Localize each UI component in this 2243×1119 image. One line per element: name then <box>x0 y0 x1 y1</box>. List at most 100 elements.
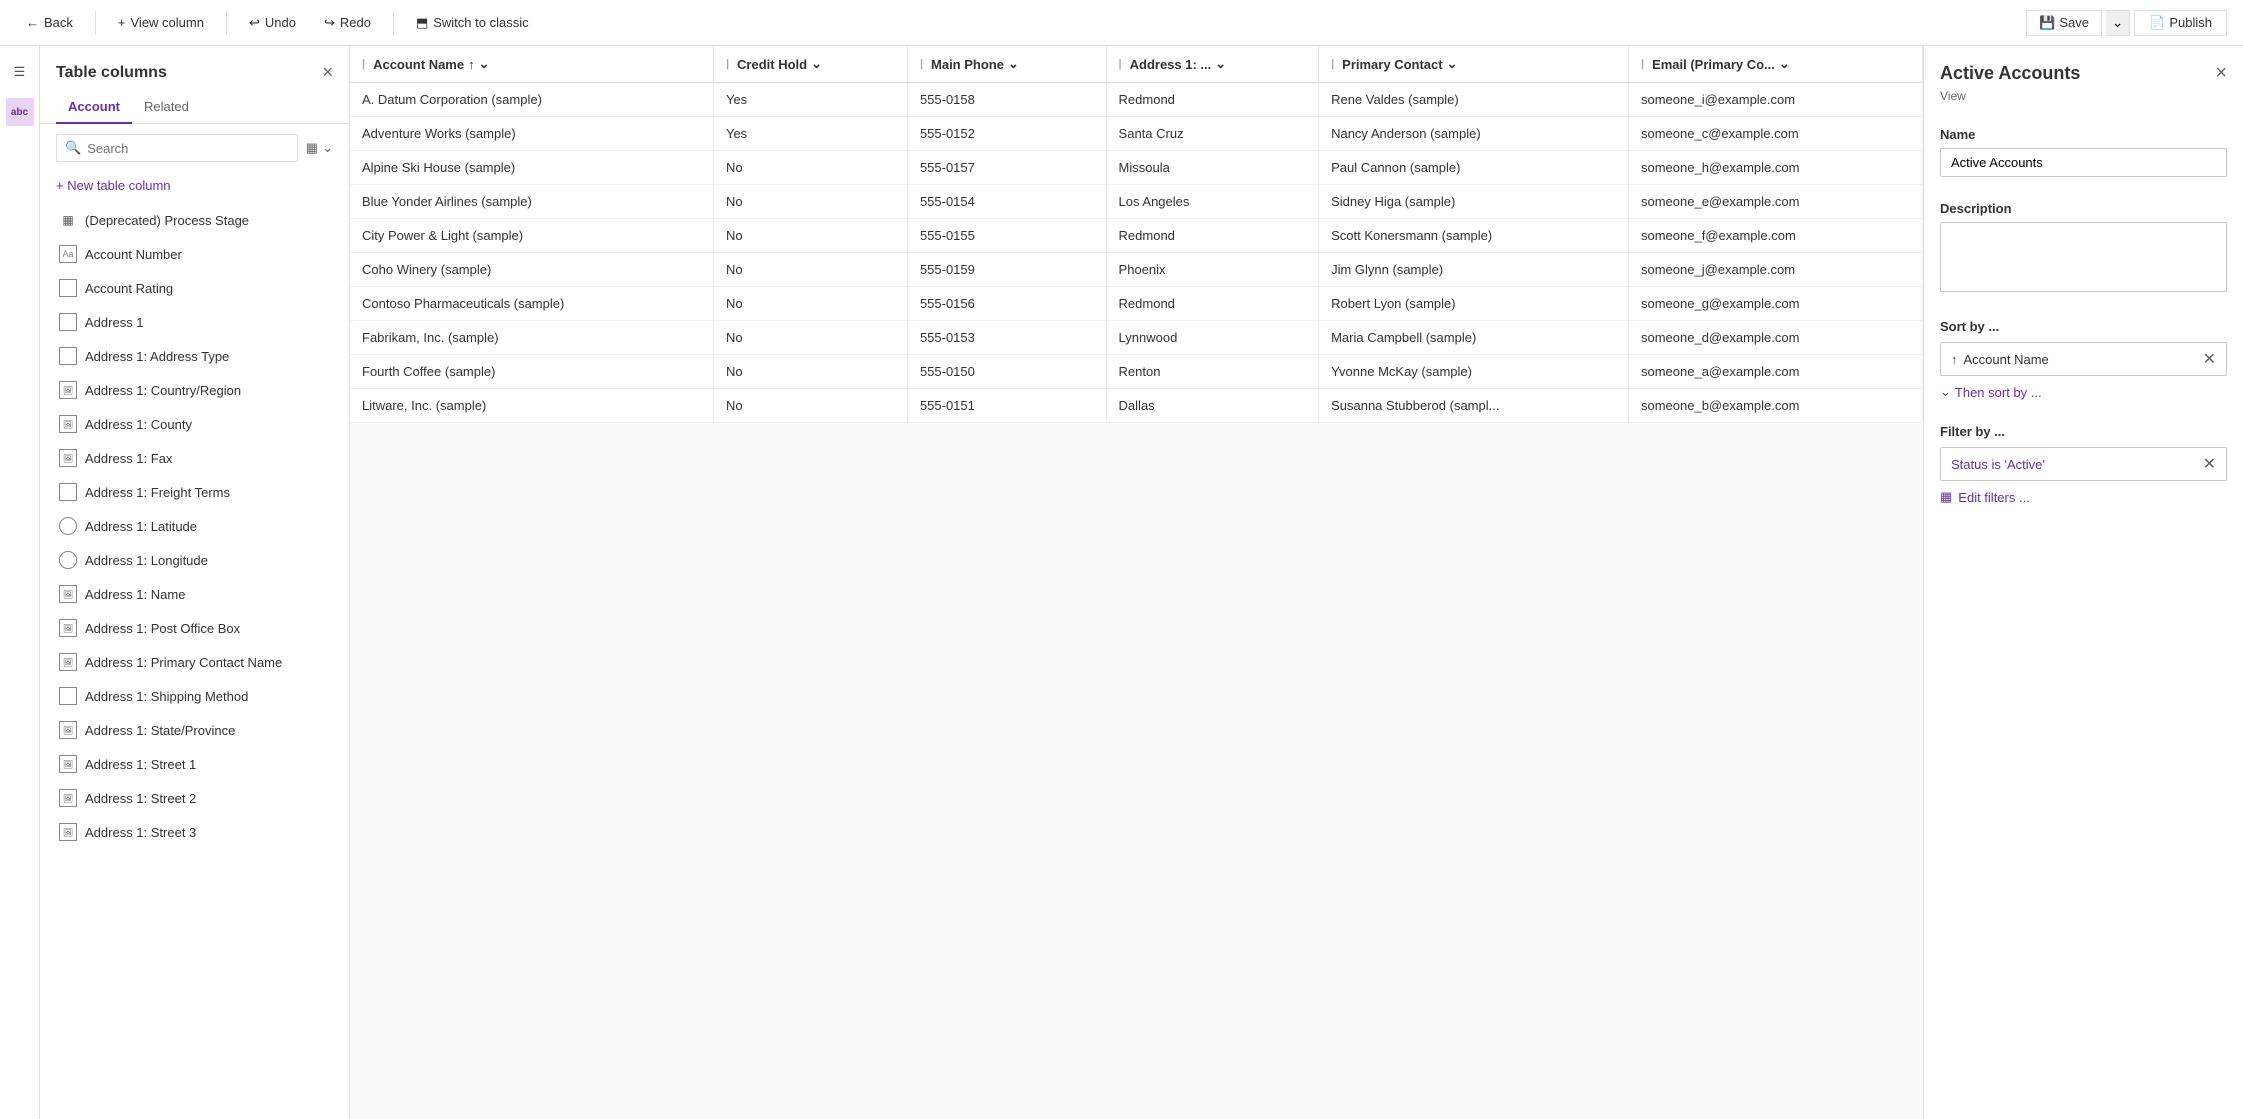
column-label: Address 1: Country/Region <box>85 383 241 398</box>
toolbar-right: 💾 Save ⌄ 📄 Publish <box>2026 10 2227 36</box>
filter-sort-button[interactable]: ▦ ⌄ <box>306 140 333 156</box>
table-cell: Redmond <box>1106 219 1319 253</box>
tabs-row: Account Related <box>40 91 349 124</box>
list-item[interactable]: 🖼 Address 1: Primary Contact Name <box>40 645 349 679</box>
col-label-account-name: Account Name <box>373 57 464 72</box>
table-cell: 555-0151 <box>907 389 1106 423</box>
list-item[interactable]: Address 1: Longitude <box>40 543 349 577</box>
publish-button[interactable]: 📄 Publish <box>2134 10 2227 36</box>
list-item[interactable]: 🖼 Address 1: Street 3 <box>40 815 349 849</box>
redo-button[interactable]: ↪ Redo <box>314 11 381 35</box>
column-label: Address 1: Freight Terms <box>85 485 230 500</box>
table-cell: Sidney Higa (sample) <box>1319 185 1629 219</box>
table-cell: Redmond <box>1106 83 1319 117</box>
left-panel-close-button[interactable]: × <box>322 62 333 83</box>
list-item[interactable]: Address 1: Latitude <box>40 509 349 543</box>
list-item[interactable]: Address 1: Address Type <box>40 339 349 373</box>
img-icon: 🖼 <box>59 653 77 671</box>
list-item[interactable]: Account Rating <box>40 271 349 305</box>
table-cell: Maria Campbell (sample) <box>1319 321 1629 355</box>
table-cell: Dallas <box>1106 389 1319 423</box>
table-row[interactable]: Coho Winery (sample)No555-0159PhoenixJim… <box>350 253 1923 287</box>
img-icon: 🖼 <box>59 585 77 603</box>
table-cell: someone_f@example.com <box>1628 219 1922 253</box>
list-item[interactable]: Address 1 <box>40 305 349 339</box>
list-item[interactable]: 🖼 Address 1: Name <box>40 577 349 611</box>
search-input[interactable] <box>87 141 289 156</box>
toolbar: ← Back + View column ↩ Undo ↪ Redo ⬒ Swi… <box>0 0 2243 46</box>
col-label-credit-hold: Credit Hold <box>737 57 807 72</box>
tab-related[interactable]: Related <box>132 91 201 124</box>
table-cell: No <box>713 389 907 423</box>
tab-account[interactable]: Account <box>56 91 132 124</box>
back-button[interactable]: ← Back <box>16 11 83 34</box>
table-cell: No <box>713 355 907 389</box>
then-sort-button[interactable]: ⌄ Then sort by ... <box>1940 384 2042 400</box>
undo-label: Undo <box>265 15 296 30</box>
circle-icon <box>59 551 77 569</box>
list-item[interactable]: 🖼 Address 1: Street 2 <box>40 781 349 815</box>
table-cell: Santa Cruz <box>1106 117 1319 151</box>
filter-item-remove-button[interactable]: ✕ <box>2203 454 2216 474</box>
list-item[interactable]: Address 1: Shipping Method <box>40 679 349 713</box>
table-row[interactable]: Contoso Pharmaceuticals (sample)No555-01… <box>350 287 1923 321</box>
list-item[interactable]: 🖼 Address 1: Country/Region <box>40 373 349 407</box>
table-cell: Contoso Pharmaceuticals (sample) <box>350 287 713 321</box>
col-header-account-name[interactable]: | Account Name ↑ ⌄ <box>350 46 713 83</box>
switch-classic-button[interactable]: ⬒ Switch to classic <box>406 11 539 35</box>
column-label: Address 1: Shipping Method <box>85 689 248 704</box>
col-header-address1[interactable]: | Address 1: ... ⌄ <box>1106 46 1319 83</box>
right-panel-header: Active Accounts × <box>1924 46 2243 89</box>
right-panel-close-button[interactable]: × <box>2215 62 2227 85</box>
column-label: Account Rating <box>85 281 173 296</box>
table-row[interactable]: Alpine Ski House (sample)No555-0157Misso… <box>350 151 1923 185</box>
table-row[interactable]: Litware, Inc. (sample)No555-0151DallasSu… <box>350 389 1923 423</box>
col-header-credit-hold[interactable]: | Credit Hold ⌄ <box>713 46 907 83</box>
new-column-button[interactable]: + New table column <box>40 172 349 203</box>
table-cell: Yes <box>713 117 907 151</box>
col-header-primary-contact[interactable]: | Primary Contact ⌄ <box>1319 46 1629 83</box>
table-cell: 555-0152 <box>907 117 1106 151</box>
table-row[interactable]: Blue Yonder Airlines (sample)No555-0154L… <box>350 185 1923 219</box>
table-row[interactable]: A. Datum Corporation (sample)Yes555-0158… <box>350 83 1923 117</box>
save-button[interactable]: 💾 Save <box>2026 10 2102 36</box>
chevron-down-icon: ⌄ <box>1215 56 1226 72</box>
table-row[interactable]: Fourth Coffee (sample)No555-0150RentonYv… <box>350 355 1923 389</box>
col-grip: | <box>920 58 923 70</box>
view-column-label: View column <box>131 15 204 30</box>
description-field-textarea[interactable] <box>1940 222 2227 292</box>
search-row: 🔍 ▦ ⌄ <box>40 124 349 172</box>
sort-item-remove-button[interactable]: ✕ <box>2203 349 2216 369</box>
table-cell: Alpine Ski House (sample) <box>350 151 713 185</box>
view-column-button[interactable]: + View column <box>108 11 214 34</box>
edit-filters-button[interactable]: ▦ Edit filters ... <box>1940 489 2030 505</box>
switch-icon: ⬒ <box>416 15 428 31</box>
list-item[interactable]: 🖼 Address 1: County <box>40 407 349 441</box>
left-panel-header: Table columns × <box>40 46 349 91</box>
hamburger-icon[interactable]: ☰ <box>6 58 34 86</box>
list-item[interactable]: Aa Account Number <box>40 237 349 271</box>
list-item[interactable]: Address 1: Freight Terms <box>40 475 349 509</box>
col-header-email[interactable]: | Email (Primary Co... ⌄ <box>1628 46 1922 83</box>
list-item[interactable]: 🖼 Address 1: State/Province <box>40 713 349 747</box>
table-cell: 555-0154 <box>907 185 1106 219</box>
chevron-down-icon: ⌄ <box>1940 384 1951 400</box>
name-field-input[interactable] <box>1940 148 2227 177</box>
col-grip: | <box>1641 58 1644 70</box>
sort-item-left: ↑ Account Name <box>1951 352 2049 367</box>
undo-button[interactable]: ↩ Undo <box>239 11 306 35</box>
save-chevron-button[interactable]: ⌄ <box>2106 10 2130 36</box>
list-item[interactable]: ▦ (Deprecated) Process Stage <box>40 203 349 237</box>
table-row[interactable]: City Power & Light (sample)No555-0155Red… <box>350 219 1923 253</box>
list-item[interactable]: 🖼 Address 1: Post Office Box <box>40 611 349 645</box>
abc-icon[interactable]: abc <box>6 98 34 126</box>
column-label: Address 1: Street 1 <box>85 757 196 772</box>
list-item[interactable]: 🖼 Address 1: Street 1 <box>40 747 349 781</box>
table-row[interactable]: Fabrikam, Inc. (sample)No555-0153Lynnwoo… <box>350 321 1923 355</box>
column-label: Address 1: Latitude <box>85 519 197 534</box>
list-item[interactable]: 🖼 Address 1: Fax <box>40 441 349 475</box>
col-header-main-phone[interactable]: | Main Phone ⌄ <box>907 46 1106 83</box>
table-cell: 555-0155 <box>907 219 1106 253</box>
table-row[interactable]: Adventure Works (sample)Yes555-0152Santa… <box>350 117 1923 151</box>
table-cell: No <box>713 185 907 219</box>
